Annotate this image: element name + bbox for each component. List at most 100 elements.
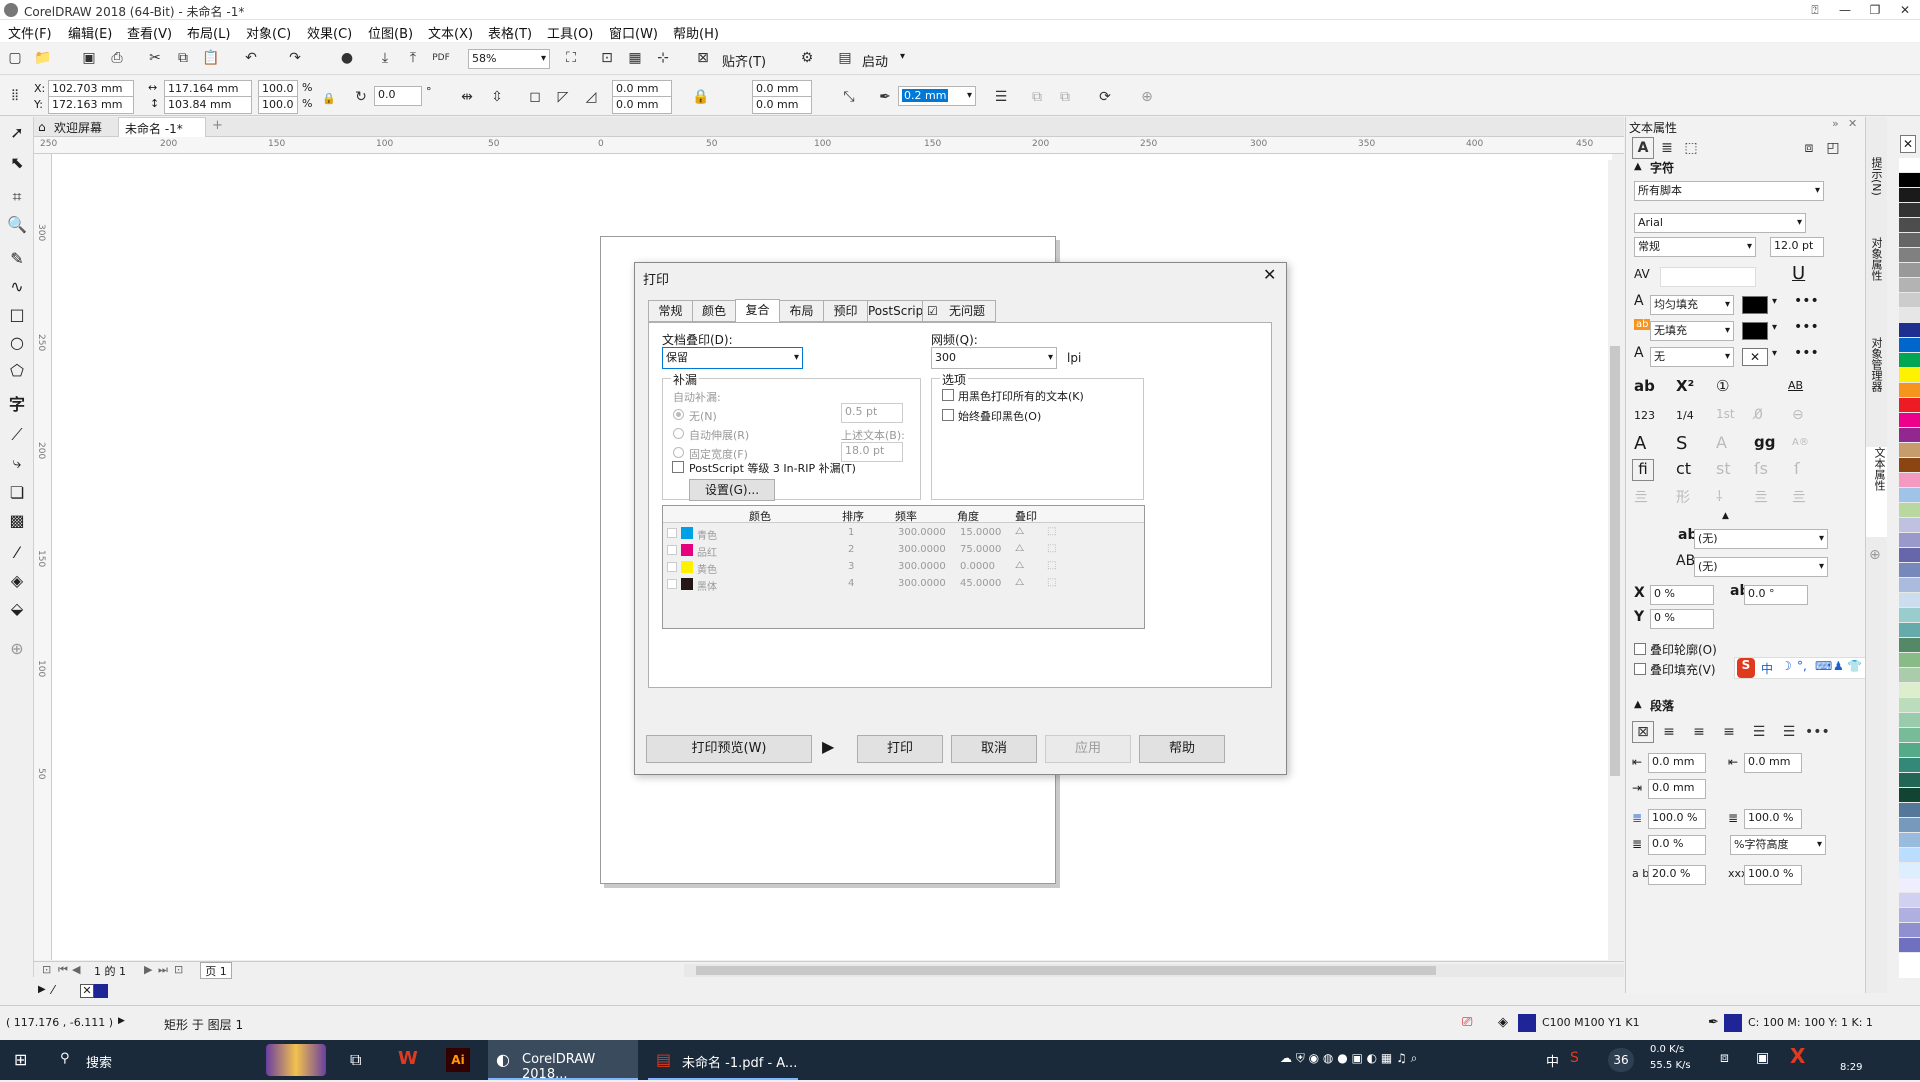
overprint-graphics-icon[interactable]: ⬚ — [1047, 543, 1056, 554]
to-back-icon[interactable]: ⧉ — [1054, 86, 1076, 108]
redo-icon[interactable]: ↷ — [284, 47, 306, 69]
menu-table[interactable]: 表格(T) — [488, 23, 532, 42]
next-page-icon[interactable]: ▶ — [144, 963, 152, 976]
table-row[interactable]: 黑体 4 300.0000 45.0000 ⧍ ⬚ — [663, 577, 1144, 594]
script-select[interactable]: 所有脚本 — [1634, 181, 1824, 201]
restore-button[interactable]: ❐ — [1860, 0, 1890, 20]
palette-swatch[interactable] — [1899, 173, 1920, 188]
line-spacing-field[interactable]: 100.0 % — [1744, 809, 1802, 829]
palette-swatch[interactable] — [1899, 638, 1920, 653]
height-field[interactable]: 103.84 mm — [164, 96, 252, 114]
force-justify-icon[interactable]: ☰ — [1778, 721, 1800, 743]
tab-postscript[interactable]: PostScript — [867, 300, 928, 322]
palette-swatch[interactable] — [1899, 443, 1920, 458]
character-mode-icon[interactable]: A — [1632, 137, 1654, 159]
text-tool-icon[interactable]: 字 — [5, 393, 29, 417]
trap-width-field[interactable]: 0.5 pt — [841, 403, 903, 423]
fill-more-icon[interactable]: ••• — [1794, 293, 1819, 309]
cjk-icon-2[interactable]: 形 — [1676, 487, 1690, 507]
section-collapse-icon[interactable]: ▲ — [1634, 161, 1642, 172]
palette-swatch[interactable] — [1899, 623, 1920, 638]
fill-color-dropdown-icon[interactable]: ▾ — [1772, 296, 1777, 307]
fill-color-indicator[interactable] — [1518, 1014, 1536, 1032]
cjk-icon-4[interactable]: 亖 — [1754, 487, 1768, 507]
vertical-ruler[interactable]: 300 250 200 150 100 50 — [34, 154, 52, 960]
vertical-scroll-thumb[interactable] — [1610, 346, 1620, 776]
status-arrow-icon[interactable]: ▶ — [118, 1016, 125, 1026]
cancel-button[interactable]: 取消 — [951, 735, 1037, 763]
interactive-fill-icon[interactable]: ◈ — [5, 569, 29, 593]
illustrator-app-icon[interactable]: Ai — [446, 1048, 470, 1072]
tab-layout[interactable]: 布局 — [779, 300, 824, 322]
menu-effects[interactable]: 效果(C) — [307, 23, 352, 42]
palette-swatch[interactable] — [1899, 503, 1920, 518]
copy-icon[interactable]: ⧉ — [172, 47, 194, 69]
justify-icon[interactable]: ☰ — [1748, 721, 1770, 743]
align-left-icon[interactable]: ≡ — [1658, 721, 1680, 743]
rulers-icon[interactable]: ⊡ — [596, 47, 618, 69]
before-paragraph-field[interactable]: 100.0 % — [1648, 809, 1706, 829]
save-icon[interactable]: ▣ — [78, 47, 100, 69]
palette-swatch[interactable] — [1899, 248, 1920, 263]
palette-swatch[interactable] — [1899, 698, 1920, 713]
open-folder-icon[interactable]: 📁 — [32, 47, 54, 69]
overprint-graphics-icon[interactable]: ⬚ — [1047, 526, 1056, 537]
palette-swatch[interactable] — [1899, 158, 1920, 173]
palette-swatch[interactable] — [1899, 893, 1920, 908]
previous-page-icon[interactable]: ◀ — [72, 963, 80, 976]
add-tool-icon[interactable]: ⊕ — [5, 637, 29, 661]
palette-swatch[interactable] — [1899, 758, 1920, 773]
menu-layout[interactable]: 布局(L) — [187, 23, 230, 42]
palette-swatch[interactable] — [1899, 293, 1920, 308]
drop-shadow-icon[interactable]: ❏ — [5, 481, 29, 505]
outline-color-indicator[interactable] — [1724, 1014, 1742, 1032]
import-icon[interactable]: ⤓ — [374, 47, 396, 69]
tab-welcome-screen[interactable]: 欢迎屏幕 — [54, 119, 102, 136]
menu-view[interactable]: 查看(V) — [127, 23, 172, 42]
palette-swatch[interactable] — [1899, 458, 1920, 473]
background-color-swatch[interactable] — [1742, 322, 1768, 340]
tab-general[interactable]: 常规 — [648, 300, 693, 322]
grid-icon[interactable]: ▦ — [624, 47, 646, 69]
historical-forms-icon[interactable]: ſs — [1754, 459, 1768, 478]
search-content-icon[interactable]: ● — [336, 47, 358, 69]
scale-y-field[interactable]: 100.0 — [258, 96, 298, 114]
corner-radius-bl-field[interactable]: 0.0 mm — [612, 96, 672, 114]
contextual-icon[interactable]: ct — [1676, 459, 1691, 478]
palette-swatch[interactable] — [1899, 398, 1920, 413]
taskbar-app-pdf[interactable]: ▤ 未命名 -1.pdf - A... — [648, 1040, 798, 1080]
paste-icon[interactable]: 📋 — [200, 47, 222, 69]
text-wrap-icon[interactable]: ☰ — [990, 86, 1012, 108]
palette-swatch[interactable] — [1899, 683, 1920, 698]
radio-fixed-width[interactable] — [673, 447, 684, 458]
palette-swatch[interactable] — [1899, 788, 1920, 803]
cut-icon[interactable]: ✂ — [144, 47, 166, 69]
rectangle-tool-icon[interactable]: □ — [5, 303, 29, 327]
palette-swatch[interactable] — [1899, 608, 1920, 623]
overprint-graphics-icon[interactable]: ⬚ — [1047, 560, 1056, 571]
palette-swatch[interactable] — [1899, 383, 1920, 398]
font-select[interactable]: Arial — [1634, 213, 1806, 233]
palette-swatch[interactable] — [1899, 818, 1920, 833]
align-right-icon[interactable]: ≡ — [1718, 721, 1740, 743]
left-indent-field[interactable]: 0.0 mm — [1744, 753, 1802, 773]
palette-eyedropper-icon[interactable]: ⁄ — [52, 983, 54, 997]
docker-collapse-icon[interactable]: » — [1832, 117, 1839, 130]
side-tab-hints[interactable]: 提示(N) — [1868, 157, 1884, 196]
shape-tool-icon[interactable]: ⬉ — [5, 151, 29, 175]
palette-swatch[interactable] — [1899, 473, 1920, 488]
paragraph-collapse-icon[interactable]: ▲ — [1634, 699, 1642, 710]
char-rotation-field[interactable]: 0.0 ° — [1744, 585, 1808, 605]
zoom-tool-icon[interactable]: 🔍 — [5, 213, 29, 237]
no-align-icon[interactable]: ⊠ — [1632, 721, 1654, 743]
table-row[interactable]: 黄色 3 300.0000 0.0000 ⧍ ⬚ — [663, 560, 1144, 577]
slashed-zero-icon[interactable]: 0̸ — [1754, 407, 1763, 423]
palette-swatch[interactable] — [1899, 188, 1920, 203]
palette-swatch[interactable] — [1899, 728, 1920, 743]
titling-icon[interactable]: A — [1716, 433, 1727, 452]
round-corner-icon[interactable]: ◻ — [524, 86, 546, 108]
palette-swatch[interactable] — [1899, 773, 1920, 788]
convert-to-curves-icon[interactable]: ⟳ — [1094, 86, 1116, 108]
options-gear-icon[interactable]: ⚙ — [796, 47, 818, 69]
palette-swatch[interactable] — [1899, 263, 1920, 278]
